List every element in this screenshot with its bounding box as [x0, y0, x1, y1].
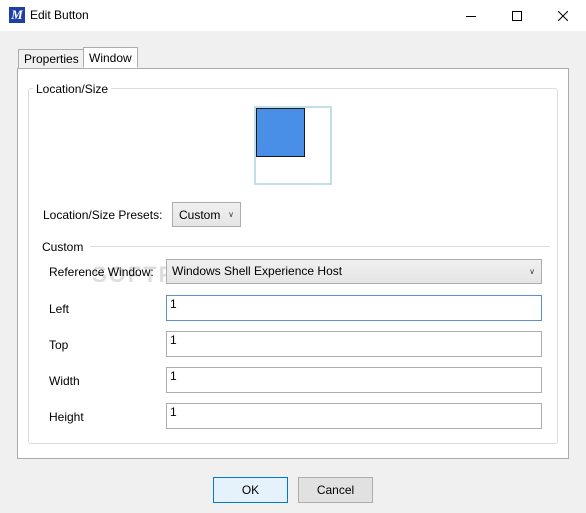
presets-value: Custom [179, 208, 221, 222]
width-field[interactable]: 1 [166, 367, 542, 393]
top-label: Top [49, 338, 69, 352]
custom-separator [90, 246, 550, 247]
presets-dropdown[interactable]: Custom ∨ [172, 202, 241, 227]
maximize-button[interactable] [494, 0, 540, 31]
location-preview-window[interactable] [256, 108, 305, 157]
cancel-button[interactable]: Cancel [298, 477, 373, 503]
top-field[interactable]: 1 [166, 331, 542, 357]
left-field[interactable]: 1 [166, 295, 542, 321]
reference-window-value: Windows Shell Experience Host [172, 264, 343, 278]
reference-window-label: Reference Window: [49, 265, 154, 279]
window-title: Edit Button [30, 8, 89, 22]
location-size-group-label: Location/Size [33, 82, 112, 96]
ok-button[interactable]: OK [213, 477, 288, 503]
maximize-icon [512, 10, 522, 21]
tab-window[interactable]: Window [83, 47, 138, 68]
width-label: Width [49, 374, 80, 388]
title-bar: M Edit Button [0, 0, 586, 31]
minimize-button[interactable] [448, 0, 494, 31]
tab-properties[interactable]: Properties [18, 49, 85, 69]
height-field[interactable]: 1 [166, 403, 542, 429]
app-icon: M [9, 7, 25, 23]
close-button[interactable] [540, 0, 586, 31]
presets-label: Location/Size Presets: [43, 208, 163, 222]
height-label: Height [49, 410, 84, 424]
chevron-down-icon: ∨ [529, 266, 535, 276]
custom-group-label: Custom [42, 240, 84, 254]
minimize-icon [466, 15, 476, 17]
left-label: Left [49, 302, 70, 316]
close-icon [558, 10, 568, 21]
chevron-down-icon: ∨ [228, 209, 234, 219]
reference-window-dropdown[interactable]: Windows Shell Experience Host ∨ [166, 259, 542, 284]
